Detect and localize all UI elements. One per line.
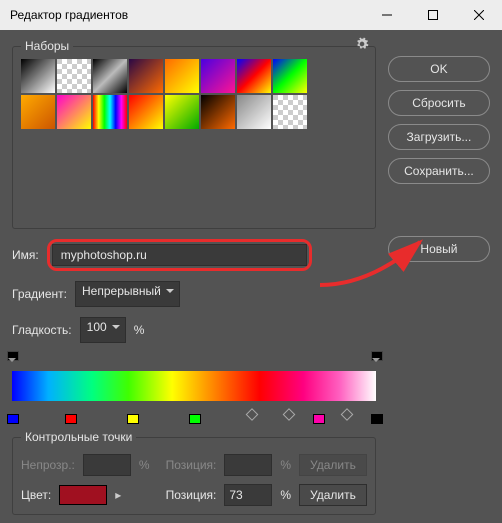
preset-swatch[interactable] <box>201 59 235 93</box>
percent-label: % <box>134 323 145 337</box>
preset-swatch[interactable] <box>93 95 127 129</box>
preset-swatch[interactable] <box>273 95 307 129</box>
color-stop[interactable] <box>371 411 381 421</box>
gradient-editor-window: Редактор градиентов Наборы Имя: Градиент… <box>0 0 502 523</box>
name-callout <box>47 239 312 271</box>
window-title: Редактор градиентов <box>10 8 364 22</box>
color-stop[interactable] <box>127 411 137 421</box>
titlebar[interactable]: Редактор градиентов <box>0 0 502 30</box>
presets-label: Наборы <box>21 39 73 53</box>
preset-swatch[interactable] <box>237 59 271 93</box>
reset-button[interactable]: Сбросить <box>388 90 490 116</box>
color-stop[interactable] <box>65 411 75 421</box>
opacity-input <box>83 454 131 476</box>
name-input[interactable] <box>52 244 307 266</box>
preset-swatch[interactable] <box>201 95 235 129</box>
gradient-bar[interactable] <box>12 371 376 401</box>
color-well[interactable] <box>59 485 107 505</box>
midpoint[interactable] <box>246 408 259 421</box>
smoothness-input[interactable]: 100 <box>80 317 126 343</box>
color-stops-row <box>12 407 376 421</box>
minimize-button[interactable] <box>364 0 410 30</box>
load-button[interactable]: Загрузить... <box>388 124 490 150</box>
opacity-label: Непрозр.: <box>21 458 75 472</box>
name-row: Имя: <box>12 239 376 271</box>
color-stop[interactable] <box>313 411 323 421</box>
preset-swatch[interactable] <box>93 59 127 93</box>
close-button[interactable] <box>456 0 502 30</box>
midpoint[interactable] <box>282 408 295 421</box>
preset-swatch[interactable] <box>129 95 163 129</box>
preset-swatch[interactable] <box>21 59 55 93</box>
preset-swatch[interactable] <box>165 59 199 93</box>
preset-swatch[interactable] <box>57 95 91 129</box>
color-stop[interactable] <box>189 411 199 421</box>
preset-swatch[interactable] <box>129 59 163 93</box>
smoothness-label: Гладкость: <box>12 323 72 337</box>
delete-opacity-stop-button: Удалить <box>299 454 367 476</box>
color-label: Цвет: <box>21 488 51 502</box>
opacity-position-label: Позиция: <box>166 458 217 472</box>
preset-swatch[interactable] <box>21 95 55 129</box>
preset-swatch[interactable] <box>273 59 307 93</box>
chevron-right-icon[interactable]: ▸ <box>115 488 121 502</box>
stops-fieldset: Контрольные точки Непрозр.: % Позиция: %… <box>12 437 376 515</box>
maximize-button[interactable] <box>410 0 456 30</box>
presets-fieldset: Наборы <box>12 46 376 229</box>
preset-swatch[interactable] <box>165 95 199 129</box>
name-label: Имя: <box>12 248 39 262</box>
opacity-stops-row <box>12 351 376 365</box>
delete-color-stop-button[interactable]: Удалить <box>299 484 367 506</box>
color-stop[interactable] <box>7 411 17 421</box>
gear-icon[interactable] <box>355 37 369 54</box>
gradient-type-select[interactable]: Непрерывный <box>75 281 180 307</box>
save-button[interactable]: Сохранить... <box>388 158 490 184</box>
new-button[interactable]: Новый <box>388 236 490 262</box>
preset-swatches <box>21 55 341 133</box>
preset-swatch[interactable] <box>57 59 91 93</box>
opacity-stop[interactable] <box>371 351 381 361</box>
preset-swatch[interactable] <box>237 95 271 129</box>
midpoint[interactable] <box>340 408 353 421</box>
opacity-stop[interactable] <box>7 351 17 361</box>
color-position-label: Позиция: <box>166 488 217 502</box>
ok-button[interactable]: OK <box>388 56 490 82</box>
color-position-input[interactable] <box>224 484 272 506</box>
opacity-position-input <box>224 454 272 476</box>
gradient-type-label: Градиент: <box>12 287 67 301</box>
stops-label: Контрольные точки <box>21 430 136 444</box>
